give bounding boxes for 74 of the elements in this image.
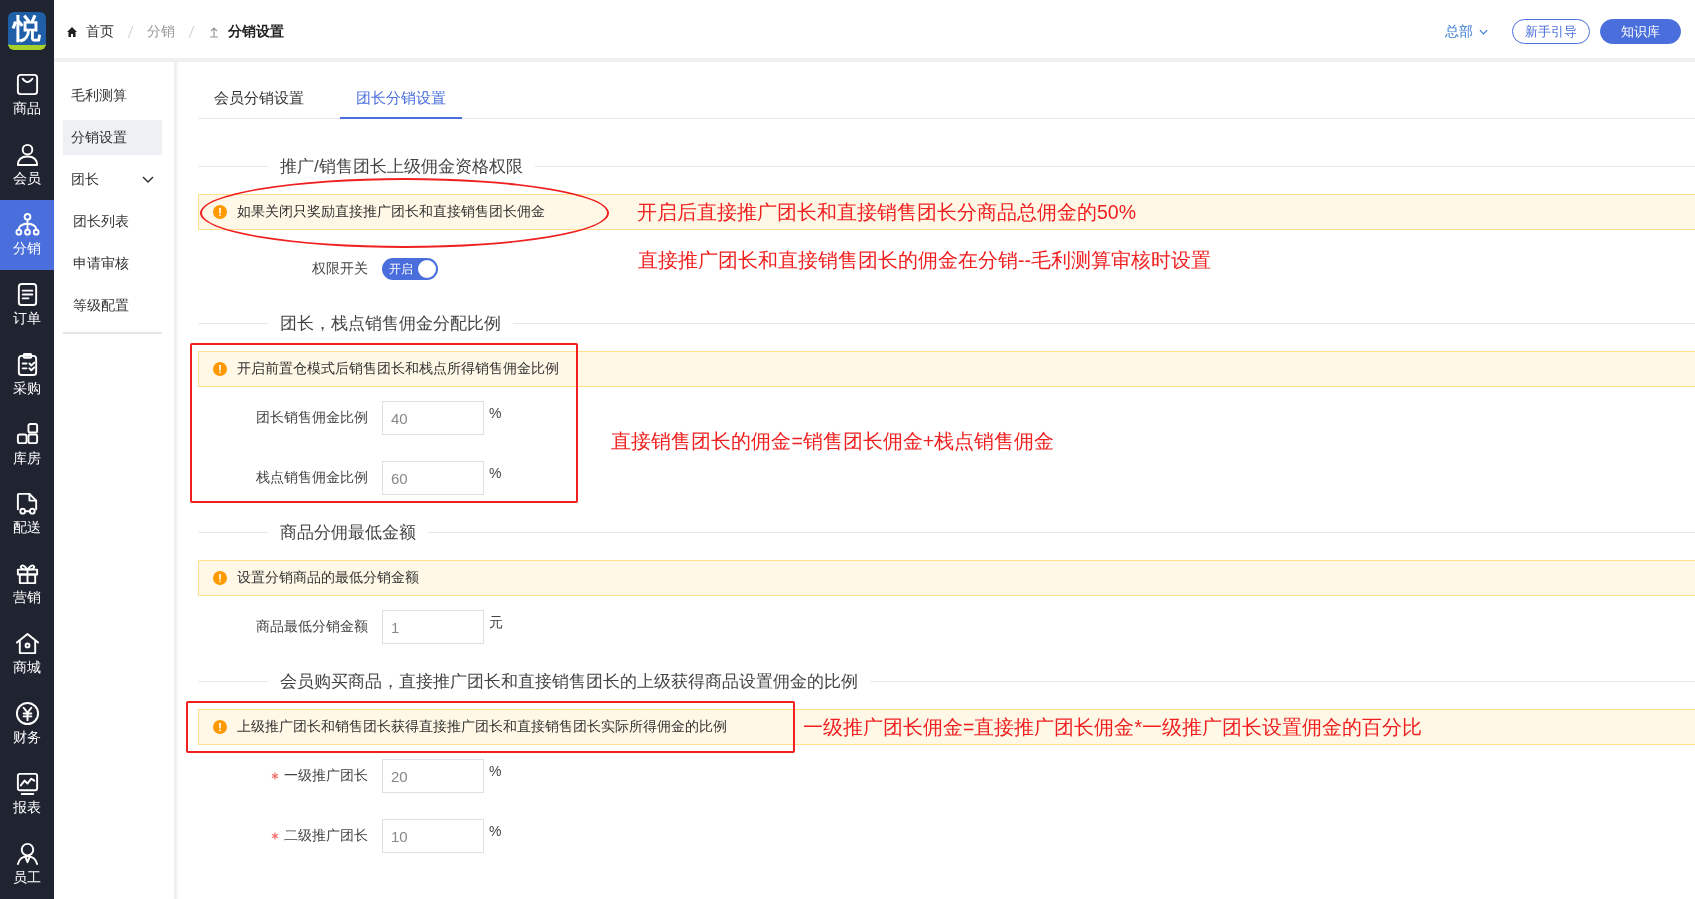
- annotation-text: 直接推广团长和直接销售团长的佣金在分销--毛利测算审核时设置: [638, 247, 1211, 273]
- nav-item[interactable]: 商城: [0, 619, 54, 690]
- input-field[interactable]: 20: [382, 759, 484, 793]
- warning-icon: [213, 362, 227, 376]
- input-field[interactable]: 1: [382, 610, 484, 644]
- input-field[interactable]: 10: [382, 819, 484, 853]
- menu-group[interactable]: 团长: [63, 162, 162, 197]
- breadcrumb-link[interactable]: 首页: [86, 22, 114, 41]
- grid-icon: [14, 421, 40, 447]
- alert-text: 如果关闭只奖励直接推广团长和直接销售团长佣金: [237, 203, 545, 221]
- section-title: 团长，栈点销售佣金分配比例: [280, 313, 501, 335]
- warning-icon: [213, 571, 227, 585]
- field-label: 一级推广团长: [284, 767, 368, 785]
- field-label: 商品最低分销金额: [256, 618, 368, 636]
- input-field[interactable]: 60: [382, 461, 484, 495]
- annotation-text: 一级推广团长佣金=直接推广团长佣金*一级推广团长设置佣金的百分比: [803, 714, 1422, 740]
- alert-text: 上级推广团长和销售团长获得直接推广团长和直接销售团长实际所得佣金的比例: [237, 718, 727, 736]
- unit-label: %: [489, 762, 502, 779]
- nav-item[interactable]: 配送: [0, 479, 54, 550]
- branch-dropdown[interactable]: 总部: [1445, 22, 1488, 41]
- menu-item[interactable]: 等级配置: [63, 288, 162, 323]
- chart-icon: [14, 771, 40, 797]
- breadcrumb-link[interactable]: 分销设置: [228, 22, 284, 41]
- toggle-switch[interactable]: 开启: [382, 258, 438, 280]
- alert-text: 设置分销商品的最低分销金额: [237, 569, 419, 587]
- nav-item[interactable]: 分销: [0, 199, 54, 270]
- logo: 悦: [8, 12, 46, 50]
- nav-item[interactable]: 财务: [0, 689, 54, 760]
- unit-label: %: [489, 464, 502, 481]
- menu-item[interactable]: 毛利测算: [63, 78, 162, 113]
- network-icon: [14, 211, 40, 237]
- nav-item[interactable]: 会员: [0, 129, 54, 200]
- field-label: 栈点销售佣金比例: [256, 469, 368, 487]
- nav-item[interactable]: 商品: [0, 60, 54, 130]
- nav-item[interactable]: 营销: [0, 549, 54, 620]
- nav-item[interactable]: 库房: [0, 409, 54, 480]
- menu-item[interactable]: 团长列表: [63, 204, 162, 239]
- nav-item[interactable]: 订单: [0, 269, 54, 340]
- person-icon: [14, 841, 40, 867]
- menu-item[interactable]: 申请审核: [63, 246, 162, 281]
- warning-icon: [213, 720, 227, 734]
- warning-icon: [213, 205, 227, 219]
- field-label: 团长销售佣金比例: [256, 409, 368, 427]
- input-field[interactable]: 40: [382, 401, 484, 435]
- section-title: 会员购买商品，直接推广团长和直接销售团长的上级获得商品设置佣金的比例: [280, 671, 858, 693]
- tab[interactable]: 团长分销设置: [340, 82, 462, 119]
- annotation-text: 直接销售团长的佣金=销售团长佣金+栈点销售佣金: [611, 428, 1055, 454]
- unit-label: %: [489, 822, 502, 839]
- nav-item[interactable]: 报表: [0, 759, 54, 830]
- header-button[interactable]: 知识库: [1600, 19, 1681, 44]
- tool-icon: [208, 25, 220, 38]
- chevron-down-icon: [1479, 28, 1488, 35]
- user-icon: [14, 141, 40, 167]
- tab[interactable]: 会员分销设置: [198, 82, 320, 119]
- field-label: 二级推广团长: [284, 827, 368, 845]
- truck-icon: [14, 491, 40, 517]
- menu-item[interactable]: 分销设置: [63, 120, 162, 155]
- annotation-text: 开启后直接推广团长和直接销售团长分商品总佣金的50%: [637, 199, 1137, 225]
- unit-label: 元: [489, 613, 503, 632]
- gift-icon: [14, 561, 40, 587]
- section-title: 商品分佣最低金额: [280, 522, 416, 544]
- required-mark-icon: [271, 772, 279, 780]
- house-icon: [14, 631, 40, 657]
- home-icon: [66, 25, 78, 38]
- nav-item[interactable]: 采购: [0, 339, 54, 410]
- yen-icon: [14, 701, 40, 727]
- header-button[interactable]: 新手引导: [1512, 19, 1590, 44]
- field-label: 权限开关: [312, 260, 368, 278]
- bag-icon: [14, 71, 40, 97]
- unit-label: %: [489, 404, 502, 421]
- alert-text: 开启前置仓模式后销售团长和栈点所得销售佣金比例: [237, 360, 559, 378]
- nav-item[interactable]: 员工: [0, 829, 54, 899]
- required-mark-icon: [271, 832, 279, 840]
- section-title: 推广/销售团长上级佣金资格权限: [280, 156, 523, 178]
